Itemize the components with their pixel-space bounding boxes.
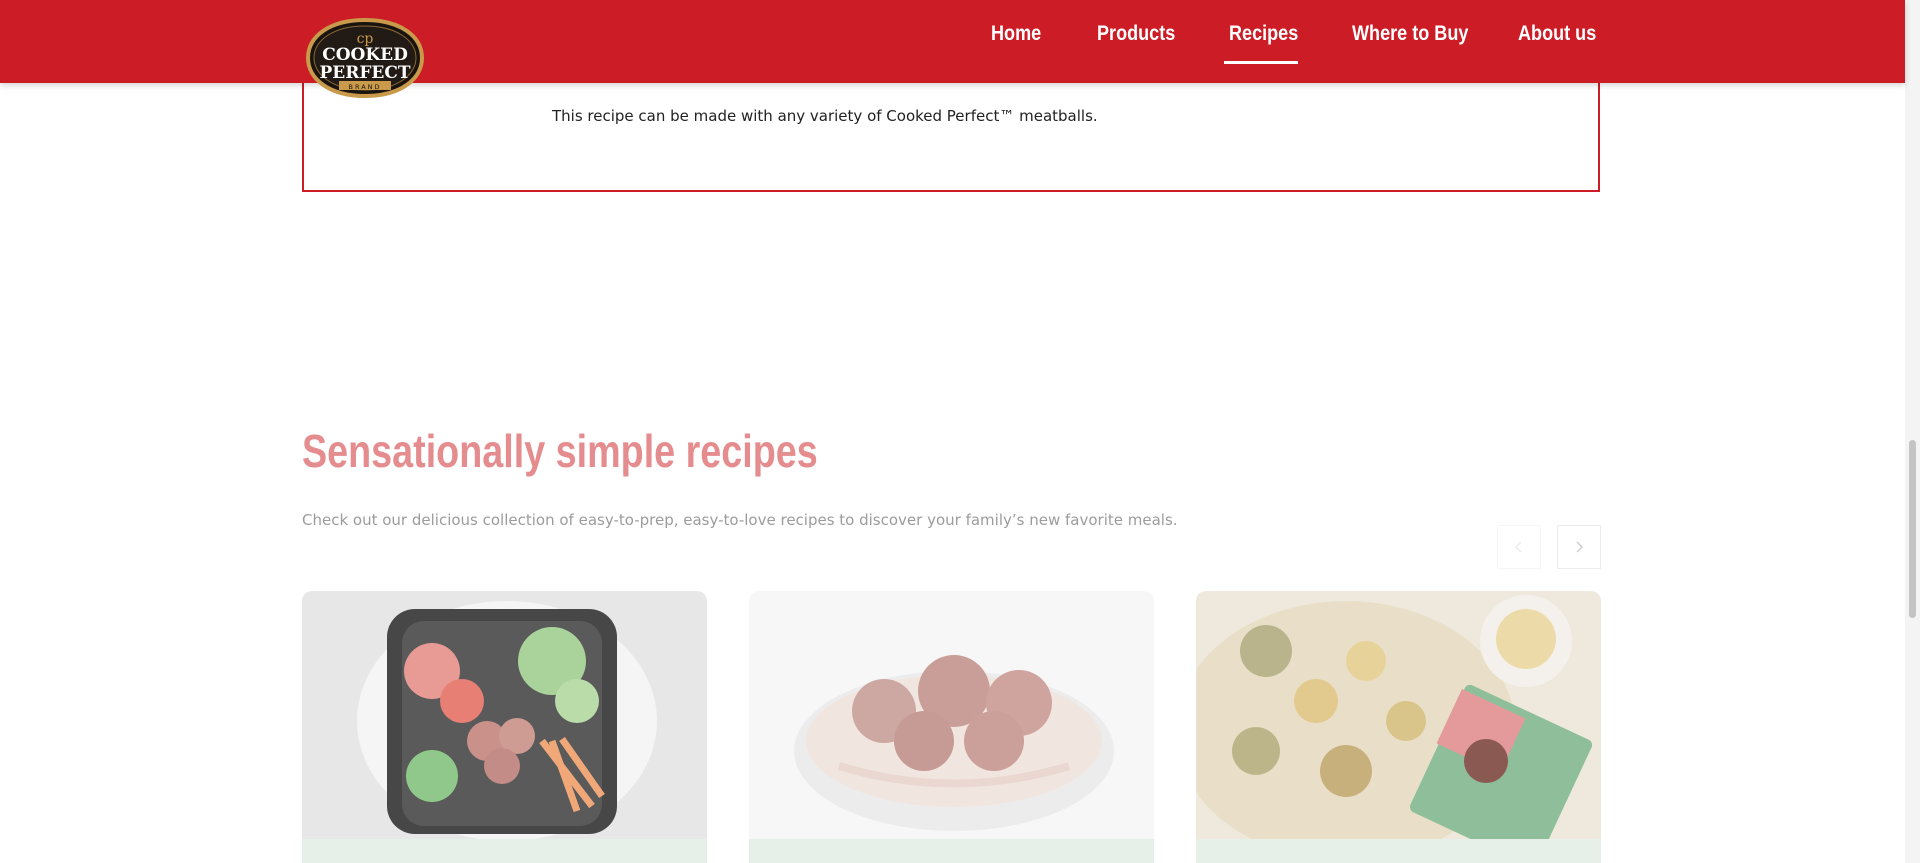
scrollbar-thumb[interactable] — [1909, 440, 1916, 618]
recipe-card[interactable] — [749, 591, 1154, 863]
section-title: Sensationally simple recipes — [302, 425, 818, 477]
chevron-right-icon — [1576, 541, 1584, 553]
cooked-perfect-logo[interactable]: cp COOKED PERFECT BRAND — [302, 12, 428, 99]
nav-active-indicator — [1224, 61, 1298, 64]
nav-home[interactable]: Home — [991, 22, 1041, 46]
carousel-next-button[interactable] — [1557, 525, 1601, 569]
logo-line-3: BRAND — [348, 83, 381, 91]
chevron-left-icon — [1514, 541, 1522, 553]
recipe-card-image — [1196, 591, 1601, 839]
site-header: Home Products Recipes Where to Buy About… — [0, 0, 1905, 83]
recipe-card-image — [302, 591, 707, 839]
recipe-variety-note: This recipe can be made with any variety… — [552, 107, 1098, 125]
logo-line-2: PERFECT — [319, 63, 410, 83]
nav-recipes[interactable]: Recipes — [1229, 22, 1298, 46]
nav-about-us[interactable]: About us — [1518, 22, 1596, 46]
recipe-card[interactable] — [302, 591, 707, 863]
section-description: Check out our delicious collection of ea… — [302, 511, 1178, 529]
recipe-card-footer — [302, 839, 707, 863]
nav-products[interactable]: Products — [1097, 22, 1175, 46]
recipe-card-footer — [1196, 839, 1601, 863]
nav-where-to-buy[interactable]: Where to Buy — [1352, 22, 1468, 46]
recipe-card[interactable] — [1196, 591, 1601, 863]
recipe-card-image — [749, 591, 1154, 839]
logo-line-1: COOKED — [322, 45, 408, 65]
carousel-prev-button[interactable] — [1497, 525, 1541, 569]
recipe-card-footer — [749, 839, 1154, 863]
page-scrollbar[interactable] — [1905, 0, 1920, 863]
